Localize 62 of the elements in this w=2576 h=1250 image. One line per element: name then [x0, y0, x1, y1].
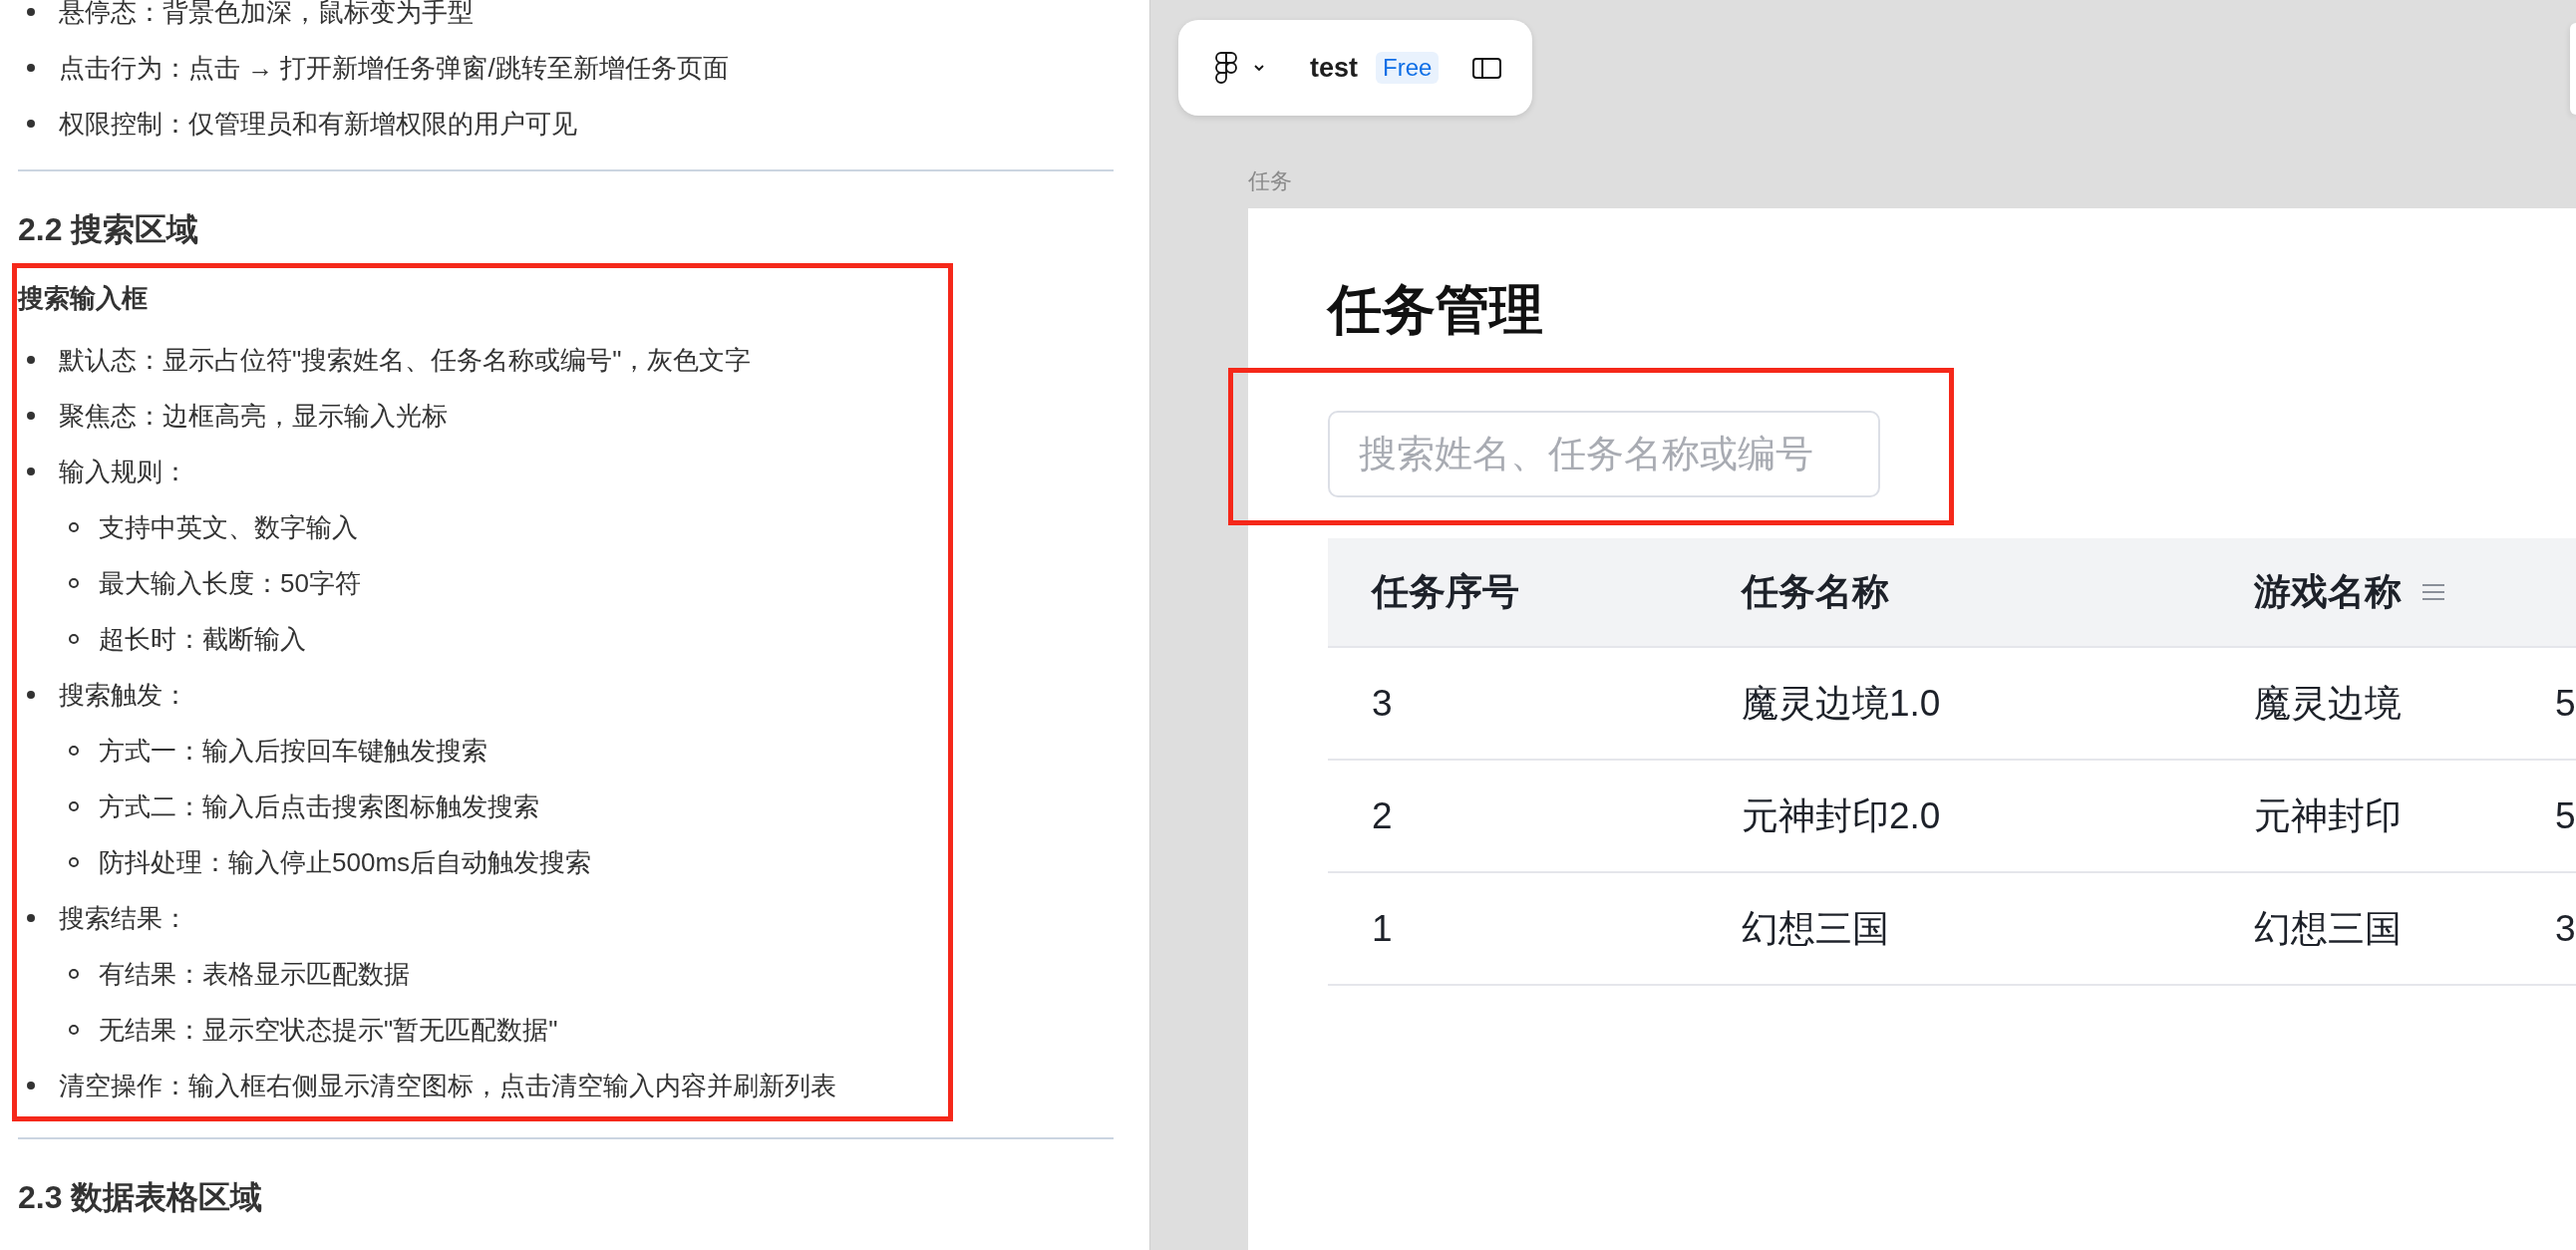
- list-item-text: 输入规则：: [59, 456, 188, 487]
- bullet-icon: [27, 356, 35, 364]
- table-cell-text: 2: [1371, 793, 1394, 838]
- list-item-text: 支持中英文、数字输入: [99, 511, 358, 543]
- bullet-icon: [27, 412, 35, 420]
- hollow-bullet-icon: [69, 1025, 79, 1035]
- bullet-icon: [27, 468, 35, 475]
- table-cell-text: 元神封印: [2253, 793, 2403, 838]
- list-item-text: 方式二：输入后点击搜索图标触发搜索: [99, 790, 539, 822]
- page-title: 任务管理: [1328, 278, 1543, 341]
- list-item-text: 无结果：显示空状态提示"暂无匹配数据": [99, 1014, 558, 1046]
- file-name: test: [1310, 52, 1358, 84]
- main-menu-button[interactable]: [1215, 52, 1264, 84]
- menu-icon[interactable]: [2421, 583, 2445, 601]
- hollow-bullet-icon: [69, 634, 79, 644]
- hollow-bullet-icon: [69, 857, 79, 867]
- bullet-icon: [27, 120, 35, 128]
- search-field[interactable]: 搜索姓名、任务名称或编号: [1328, 411, 1880, 497]
- hollow-bullet-icon: [69, 522, 79, 532]
- column-header: 任务名称: [1742, 570, 1889, 614]
- logo-icon: [1215, 52, 1237, 84]
- section-heading: 2.3 数据表格区域: [18, 1178, 263, 1217]
- frame-label: 任务: [1248, 169, 1292, 193]
- bullet-icon: [27, 691, 35, 699]
- table-cell-text: 3: [1371, 681, 1394, 726]
- hollow-bullet-icon: [69, 746, 79, 756]
- table-cell-text: 幻想三国: [1741, 906, 1890, 951]
- subsection-heading: 搜索输入框: [18, 282, 148, 315]
- table-cell-text: 5: [2554, 793, 2576, 838]
- list-item-text: 方式一：输入后按回车键触发搜索: [99, 735, 487, 767]
- bullet-icon: [27, 64, 35, 72]
- list-item-text: 搜索触发：: [59, 679, 188, 711]
- chevron-down-icon: [1254, 65, 1264, 71]
- bullet-icon: [27, 1082, 35, 1090]
- column-header: 任务序号: [1372, 570, 1519, 614]
- list-item-text: 默认态：显示占位符"搜索姓名、任务名称或编号"，灰色文字: [59, 344, 752, 376]
- table-cell-text: 魔灵边境1.0: [1741, 681, 1942, 726]
- list-item-text: 超长时：截断输入: [99, 623, 306, 655]
- section-heading: 2.2 搜索区域: [18, 210, 199, 249]
- table-cell-text: 1: [1371, 906, 1394, 951]
- plan-badge: Free: [1376, 52, 1440, 84]
- sidebar-icon: [1472, 57, 1502, 79]
- list-item-text: 防抖处理：输入停止500ms后自动触发搜索: [99, 846, 592, 878]
- hollow-bullet-icon: [69, 801, 79, 811]
- hollow-bullet-icon: [69, 969, 79, 979]
- hollow-bullet-icon: [69, 578, 79, 588]
- bullet-icon: [27, 914, 35, 922]
- table-cell-text: 元神封印2.0: [1741, 793, 1942, 838]
- list-item-text: 有结果：表格显示匹配数据: [99, 958, 410, 990]
- table-cell-text: 魔灵边境: [2253, 681, 2403, 726]
- column-header: 游戏名称: [2254, 570, 2402, 614]
- list-item-text: 点击行为：点击 → 打开新增任务弹窗/跳转至新增任务页面: [59, 52, 729, 84]
- table-cell-text: 5: [2554, 681, 2576, 726]
- table-cell-text: 幻想三国: [2253, 906, 2403, 951]
- bullet-icon: [27, 8, 35, 16]
- list-item-text: 聚焦态：边框高亮，显示输入光标: [59, 400, 448, 432]
- list-item-text: 权限控制：仅管理员和有新增权限的用户可见: [59, 108, 577, 140]
- list-item-text: 最大输入长度：50字符: [99, 567, 361, 599]
- list-item-text: 搜索结果：: [59, 902, 188, 934]
- list-item-text: 清空操作：输入框右侧显示清空图标，点击清空输入内容并刷新列表: [59, 1070, 836, 1101]
- table-cell-text: 3: [2554, 906, 2576, 951]
- sidebar-toggle-button[interactable]: [1472, 57, 1502, 79]
